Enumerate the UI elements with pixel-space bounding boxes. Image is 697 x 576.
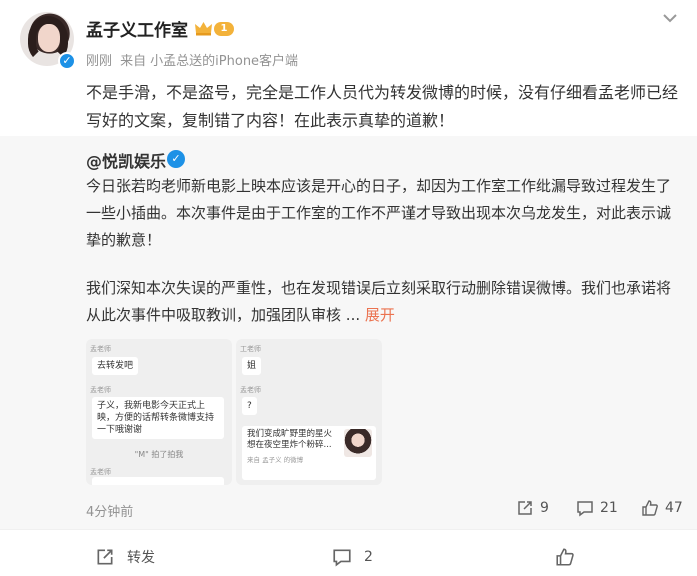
post-text: 不是手滑，不是盗号，完全是工作人员代为转发微博的时候，没有仔细看孟老师已经写好的…: [86, 83, 679, 130]
post-time[interactable]: 刚刚: [86, 54, 112, 69]
system-note: "M" 拍了拍我: [134, 450, 184, 459]
post-meta: 刚刚 来自 小孟总送的iPhone客户端: [86, 50, 302, 69]
username[interactable]: 孟子义工作室: [86, 16, 188, 41]
ellipsis: ...: [345, 306, 361, 324]
chevron-down-icon[interactable]: [660, 8, 680, 28]
post-source: 小孟总送的iPhone客户端: [150, 54, 299, 69]
chat-bubble: 子义，我新电影今天正式上映，方便的话帮转条微博支持一下哦谢谢: [92, 397, 224, 439]
post-header: ✓ 孟子义工作室 1 刚刚 来自 小孟总送的iPhone客户端: [0, 0, 697, 76]
comment-icon: [333, 549, 351, 567]
repost-count: 9: [540, 500, 549, 516]
shared-card-text: 我们变成旷野里的星火 想在夜空里炸个粉碎...: [247, 429, 333, 450]
repost-footer: 4分钟前 9 21 47: [86, 499, 686, 521]
repost-time[interactable]: 4分钟前: [86, 501, 133, 520]
forward-label: 转发: [127, 550, 155, 566]
divider: [0, 529, 697, 530]
comment-count: 2: [364, 549, 373, 565]
crown-icon: [195, 22, 212, 36]
level-badge: 1: [214, 22, 234, 36]
repost-text-1: 今日张若昀老师新电影上映本应该是开心的日子，却因为工作室工作纰漏导致过程发生了一…: [86, 177, 672, 249]
comment-button[interactable]: 2: [332, 547, 373, 567]
repost-comment-button[interactable]: 21: [576, 499, 618, 517]
chat-label: 孟老师: [240, 386, 261, 394]
forward-icon: [518, 501, 532, 515]
chat-label: 工老师: [240, 345, 261, 353]
image-thumbnail-1[interactable]: 孟老师 去转发吧 孟老师 子义，我新电影今天正式上映，方便的话帮转条微博支持一下…: [86, 339, 232, 485]
chat-label: 孟老师: [90, 386, 111, 394]
source-prefix: 来自: [120, 54, 147, 69]
chat-label: 孟老师: [90, 345, 111, 353]
comment-icon: [577, 501, 593, 517]
forward-button[interactable]: 转发: [95, 547, 155, 567]
like-count: 47: [665, 500, 683, 516]
like-button[interactable]: [555, 547, 587, 567]
repost-box[interactable]: @悦凯娱乐 ✓ 今日张若昀老师新电影上映本应该是开心的日子，却因为工作室工作纰漏…: [0, 136, 697, 529]
repost-forward-button[interactable]: 9: [516, 499, 549, 517]
avatar-face: [38, 24, 60, 52]
thumbs-up-icon: [556, 548, 574, 566]
verified-icon: ✓: [58, 52, 76, 70]
image-thumbnail-2[interactable]: 工老师 姐 孟老师 ? 我们变成旷野里的星火 想在夜空里炸个粉碎... 来自 孟…: [236, 339, 382, 485]
comment-count: 21: [600, 500, 618, 516]
chat-label: 孟老师: [90, 468, 111, 476]
verified-icon: ✓: [167, 150, 185, 168]
action-bar: 转发 2: [0, 540, 697, 576]
chat-bubble: 去转发吧: [92, 357, 139, 375]
chat-bubble: 姐: [242, 357, 262, 375]
chat-bubble: ?: [242, 397, 257, 415]
card-thumbnail: [344, 429, 372, 457]
thumbs-up-icon: [642, 500, 658, 516]
repost-text-2: 我们深知本次失误的严重性，也在发现错误后立刻采取行动删除错误微博。我们也承诺将从…: [86, 275, 682, 329]
chat-bubble: [92, 477, 224, 485]
forward-icon: [97, 549, 113, 565]
repost-like-button[interactable]: 47: [641, 499, 683, 517]
expand-link[interactable]: 展开: [365, 306, 395, 324]
repost-username[interactable]: @悦凯娱乐: [86, 148, 166, 172]
